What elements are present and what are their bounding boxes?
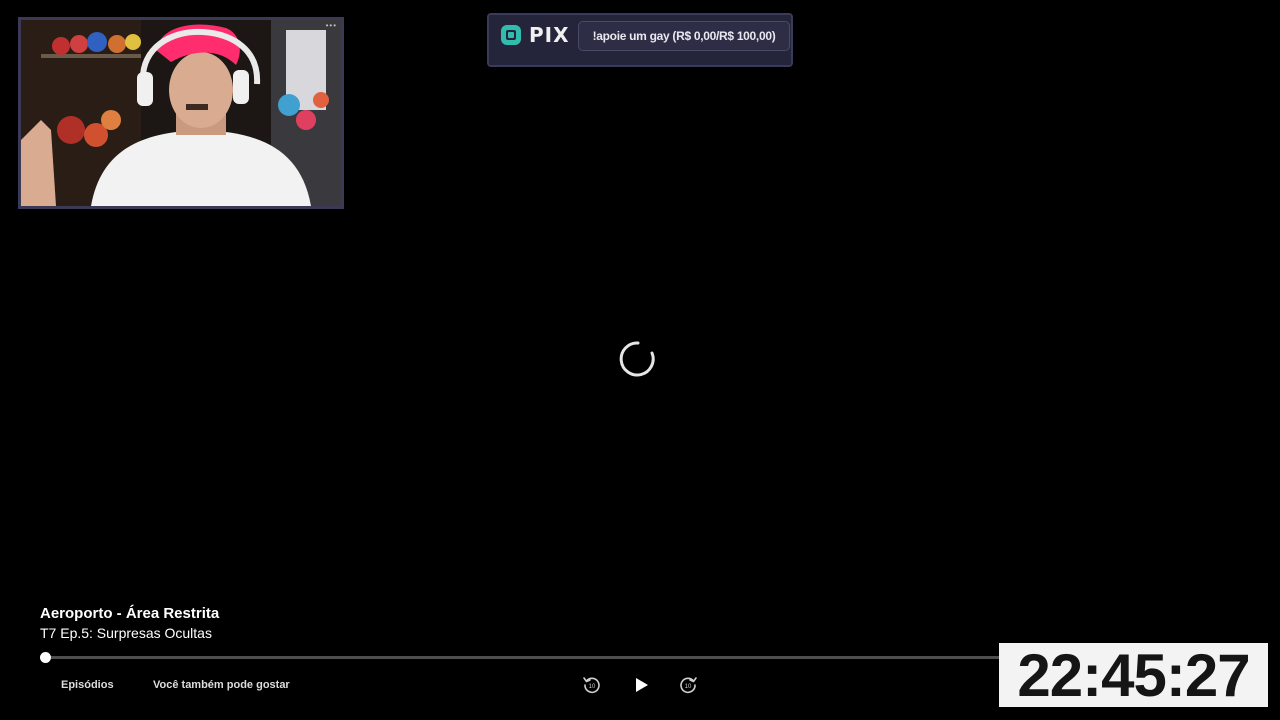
webcam-overlay: ••• [18,17,344,209]
webcam-menu-icon: ••• [325,21,337,30]
pix-logo-text: PIX [529,23,570,47]
video-player[interactable]: ••• PIX !apoie um gay (R$ 0,00/R$ 100,00… [0,0,1280,720]
show-title: Aeroporto - Área Restrita [40,605,220,622]
replay-10-icon[interactable]: 10 [580,673,604,697]
episodes-link[interactable]: Episódios [61,679,114,691]
loading-spinner-icon [619,341,655,377]
svg-text:10: 10 [685,684,692,690]
pix-logo-icon [501,25,521,45]
play-icon[interactable] [629,673,653,697]
recommendations-link[interactable]: Você também pode gostar [153,679,290,691]
pix-logo: PIX [499,23,570,47]
forward-10-icon[interactable]: 10 [676,673,700,697]
progress-handle[interactable] [40,652,51,663]
svg-text:10: 10 [589,684,596,690]
donation-goal-text: !apoie um gay (R$ 0,00/R$ 100,00) [578,21,790,51]
pix-donation-banner: PIX !apoie um gay (R$ 0,00/R$ 100,00) [487,13,793,67]
clock-overlay: 22:45:27 [999,642,1268,709]
progress-bar[interactable] [45,656,1035,659]
webcam-image [21,20,341,206]
episode-title: T7 Ep.5: Surpresas Ocultas [40,625,212,641]
title-block: Aeroporto - Área Restrita T7 Ep.5: Surpr… [40,605,219,643]
